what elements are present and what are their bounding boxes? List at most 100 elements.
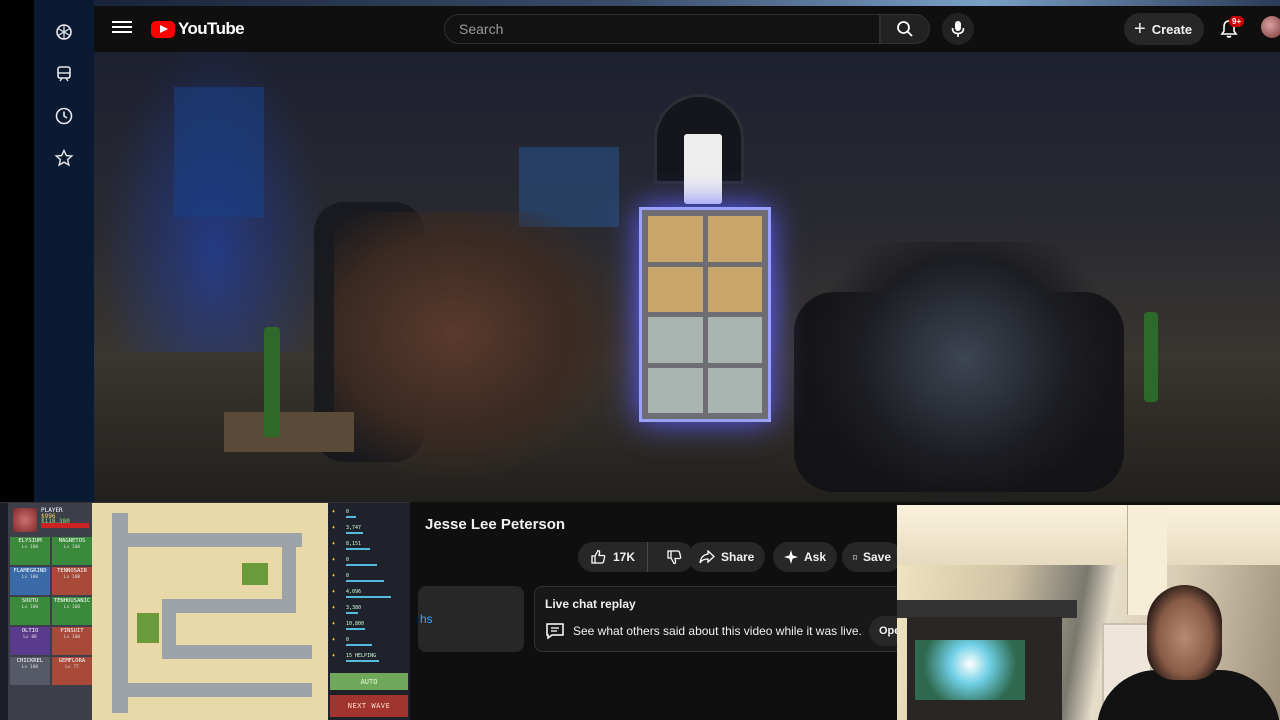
game-next-wave-button[interactable]: NEXT WAVE [330, 695, 408, 717]
video-scene-bag [684, 134, 722, 204]
game-stat-row: ♦ 0 [332, 557, 406, 569]
gem-icon: ♦ [332, 637, 336, 643]
game-stat-row: ♦ 0 [332, 637, 406, 649]
game-unit-name: OLTIO [21, 628, 39, 634]
game-stat-row: ♦ 0 [332, 509, 406, 521]
game-stat-value: 3,380 [346, 605, 362, 611]
game-stat-row: ♦ 10,800 [332, 621, 406, 633]
video-info: Jesse Lee Peterson 17K Share Ask Save hs [410, 502, 918, 720]
game-unit-name: TENNOSAIR [57, 568, 87, 574]
game-unit-card[interactable]: FLAMEGRIND Lv 100 [10, 567, 50, 595]
gem-icon: ♦ [332, 605, 336, 611]
game-unit-level: Lv 100 [63, 605, 81, 610]
game-unit-grid: ELYSIUM Lv 100 MAGNETOS Lv 100 FLAMEGRIND Lv … [10, 537, 92, 685]
game-stat-value: 0 [346, 637, 350, 643]
search-input[interactable] [459, 21, 879, 37]
gem-icon: ♦ [332, 621, 336, 627]
ask-label: Ask [804, 550, 827, 564]
description-fragment[interactable]: hs [420, 612, 433, 626]
game-unit-card[interactable]: TENNOSAIR Lv 100 [52, 567, 92, 595]
share-icon [699, 550, 715, 564]
voice-search-button[interactable] [942, 13, 974, 45]
game-unit-level: Lv 88 [23, 635, 37, 640]
video-scene-host [334, 212, 634, 482]
live-chat-description: See what others said about this video wh… [573, 624, 862, 638]
game-unit-card[interactable]: MAGNETOS Lv 100 [52, 537, 92, 565]
game-stat-bar [346, 564, 377, 566]
game-unit-card[interactable]: GEMFLORA Lv 77 [52, 657, 92, 685]
game-unit-name: FLAMEGRIND [13, 568, 47, 574]
game-unit-name: ELYSIUM [18, 538, 42, 544]
notification-badge: 9+ [1229, 16, 1245, 27]
game-unit-card[interactable]: TENHOUSANIC Lv 100 [52, 597, 92, 625]
game-unit-level: Lv 100 [63, 575, 81, 580]
game-unit-level: Lv 77 [65, 665, 79, 670]
game-unit-level: Lv 100 [21, 665, 39, 670]
youtube-logo[interactable]: YouTube [151, 19, 245, 39]
game-player-card: PLAYER $996 $118,380 [11, 505, 91, 535]
star-icon[interactable] [50, 144, 78, 172]
sparkle-icon [784, 550, 798, 564]
search-box[interactable] [444, 14, 880, 44]
live-chat-replay: Live chat replay See what others said ab… [534, 586, 918, 652]
game-stat-row: ♦ 3,380 [332, 605, 406, 617]
game-stat-value: 15 HELPING [346, 653, 377, 659]
game-overlay: PLAYER $996 $118,380 ELYSIUM Lv 100 MAGNET… [0, 502, 410, 720]
account-avatar[interactable] [1261, 16, 1280, 38]
game-unit-card[interactable]: PINSUIT Lv 100 [52, 627, 92, 655]
game-map-path [162, 599, 296, 613]
game-stats-panel: ♦ 15 HELPING ♦ 0 ♦ 10,800 ♦ 3,380 ♦ 4,096 ♦ 0 ♦ 0 ♦ 8,1… [328, 503, 410, 720]
game-unit-level: Lv 100 [63, 635, 81, 640]
video-scene-guest [814, 242, 1114, 502]
game-unit-card[interactable]: SOUTU Lv 100 [10, 597, 50, 625]
game-player-avatar [13, 508, 37, 532]
game-auto-button[interactable]: AUTO [330, 673, 408, 690]
live-chat-title: Live chat replay [545, 597, 636, 611]
game-stat-value: 0 [346, 509, 350, 515]
ask-button[interactable]: Ask [773, 542, 838, 572]
game-unit-card[interactable]: OLTIO Lv 88 [10, 627, 50, 655]
gem-icon: ♦ [332, 573, 336, 579]
game-unit-name: PINSUIT [60, 628, 84, 634]
train-icon[interactable] [50, 60, 78, 88]
game-stat-row: ♦ 3,747 [332, 525, 406, 537]
gem-icon: ♦ [332, 541, 336, 547]
game-unit-card[interactable]: ELYSIUM Lv 100 [10, 537, 50, 565]
game-unit-level: Lv 100 [63, 545, 81, 550]
game-unit-name: GEMFLORA [58, 658, 86, 664]
game-stat-bar [346, 628, 365, 630]
gem-icon: ♦ [332, 589, 336, 595]
search-button[interactable] [880, 14, 930, 44]
game-unit-level: Lv 100 [21, 605, 39, 610]
game-next-wave-label: NEXT WAVE [347, 702, 391, 710]
game-map[interactable] [92, 503, 328, 720]
menu-icon[interactable] [112, 18, 132, 38]
create-button[interactable]: + Create [1124, 13, 1205, 45]
game-stat-bar [346, 644, 372, 646]
description-box[interactable]: hs [418, 586, 524, 652]
video-player[interactable] [94, 52, 1280, 502]
webcam-aquarium [915, 640, 1025, 700]
game-unit-name: TENHOUSANIC [53, 598, 91, 604]
game-map-grass [137, 613, 159, 643]
game-stat-value: 3,747 [346, 525, 362, 531]
game-unit-name: MAGNETOS [58, 538, 86, 544]
share-button[interactable]: Share [688, 542, 766, 572]
video-scene-tv-stack [639, 207, 771, 422]
game-stat-value: 8,151 [346, 541, 362, 547]
gem-icon: ♦ [332, 653, 336, 659]
like-button[interactable]: 17K [578, 542, 649, 572]
game-map-path [112, 683, 312, 697]
openai-icon[interactable] [50, 18, 78, 46]
clock-icon[interactable] [50, 102, 78, 130]
game-unit-level: Lv 100 [21, 575, 39, 580]
save-button[interactable]: Save [842, 542, 902, 572]
app-rail [34, 0, 94, 505]
game-unit-card[interactable]: CHICKREL Lv 100 [10, 657, 50, 685]
game-stat-bar [346, 532, 363, 534]
chat-icon [546, 623, 564, 640]
video-scene-table [224, 412, 354, 452]
gem-icon: ♦ [332, 557, 336, 563]
game-stat-bar [346, 660, 379, 662]
thumbs-up-icon [591, 549, 606, 564]
